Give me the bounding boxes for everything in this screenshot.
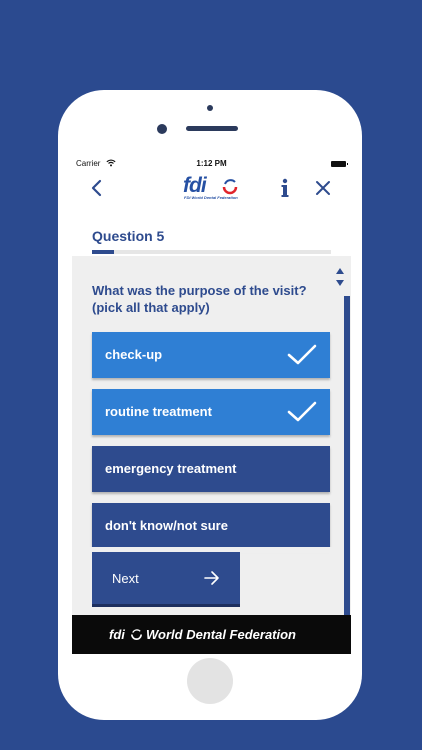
progress-fill bbox=[92, 250, 114, 254]
next-label: Next bbox=[112, 571, 139, 586]
option-routine-treatment[interactable]: routine treatment bbox=[92, 389, 330, 435]
nav-bar: fdi FDI World Dental Federation bbox=[72, 174, 351, 202]
question-title: Question 5 bbox=[92, 228, 165, 244]
scroll-arrows-icon[interactable] bbox=[333, 264, 347, 290]
front-camera bbox=[157, 124, 167, 134]
scrollbar[interactable] bbox=[344, 296, 350, 616]
chevron-left-icon[interactable] bbox=[90, 179, 104, 197]
option-emergency-treatment[interactable]: emergency treatment bbox=[92, 446, 330, 492]
home-button[interactable] bbox=[187, 658, 233, 704]
close-icon[interactable] bbox=[314, 179, 332, 197]
checkmark-icon bbox=[287, 344, 317, 365]
option-label: routine treatment bbox=[105, 404, 212, 419]
next-button[interactable]: Next bbox=[92, 552, 240, 604]
status-time: 1:12 PM bbox=[196, 159, 227, 168]
option-label: don't know/not sure bbox=[105, 518, 228, 533]
arrow-right-icon bbox=[204, 571, 219, 585]
footer-banner: fdi World Dental Federation bbox=[72, 615, 351, 654]
proximity-sensor bbox=[207, 105, 213, 111]
app-screen: Carrier 1:12 PM fdi FDI World Dental Fed… bbox=[72, 154, 351, 654]
footer-org-name: World Dental Federation bbox=[146, 627, 296, 642]
info-icon[interactable] bbox=[278, 177, 292, 199]
option-label: emergency treatment bbox=[105, 461, 237, 476]
footer-logo-text: fdi bbox=[109, 627, 125, 642]
battery-icon bbox=[331, 161, 348, 167]
progress-bar bbox=[92, 250, 331, 254]
footer-swoosh-icon bbox=[131, 629, 142, 640]
option-label: check-up bbox=[105, 347, 163, 362]
earpiece-speaker bbox=[186, 126, 238, 131]
option-dont-know[interactable]: don't know/not sure bbox=[92, 503, 330, 549]
question-panel: What was the purpose of the visit? (pick… bbox=[72, 256, 351, 616]
question-text: What was the purpose of the visit? (pick… bbox=[92, 283, 307, 315]
status-bar: Carrier 1:12 PM bbox=[72, 154, 351, 174]
logo-subtitle: FDI World Dental Federation bbox=[184, 195, 238, 200]
checkmark-icon bbox=[287, 401, 317, 422]
option-check-up[interactable]: check-up bbox=[92, 332, 330, 378]
logo-swoosh-icon bbox=[222, 179, 238, 195]
fdi-logo: fdi FDI World Dental Federation bbox=[183, 174, 243, 202]
